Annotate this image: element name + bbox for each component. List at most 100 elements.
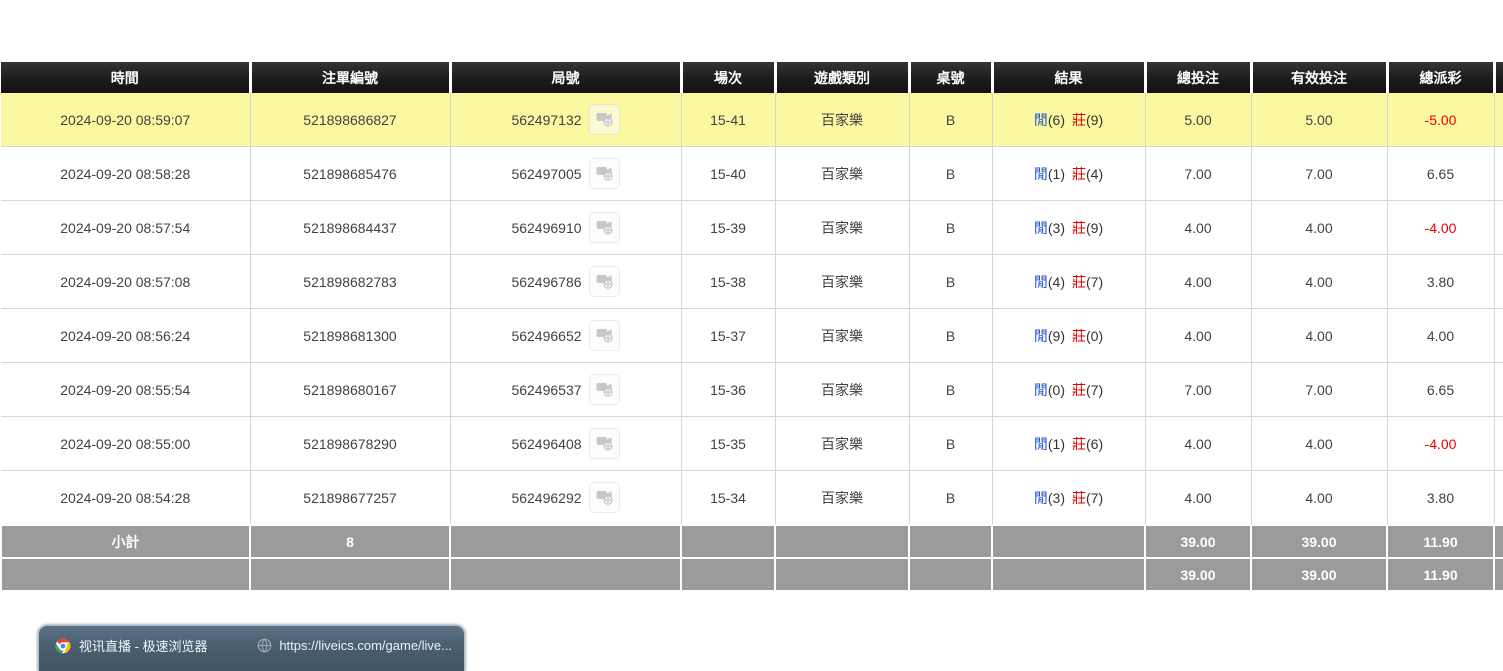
overflow-cell	[1494, 309, 1503, 363]
banker-result-label: 莊	[1072, 274, 1086, 290]
header-game-type: 遊戲類別	[775, 62, 909, 93]
video-replay-button[interactable]	[589, 104, 620, 135]
grand-total-row: 39.00 39.00 11.90	[1, 558, 1503, 591]
video-replay-icon	[595, 325, 614, 347]
payout-cell: 3.80	[1387, 255, 1494, 309]
time-cell: 2024-09-20 08:55:54	[1, 363, 250, 417]
player-result-label: 閒	[1034, 112, 1048, 128]
video-replay-button[interactable]	[589, 428, 620, 459]
table-no-cell: B	[909, 147, 992, 201]
session-cell: 15-39	[681, 201, 775, 255]
header-payout: 總派彩	[1387, 62, 1494, 93]
bet-id-cell: 521898680167	[250, 363, 450, 417]
round-id: 562497005	[511, 166, 581, 182]
banker-result-label: 莊	[1072, 112, 1086, 128]
table-row: 2024-09-20 08:57:08 521898682783 5624967…	[1, 255, 1503, 309]
valid-bet-cell: 4.00	[1251, 417, 1387, 471]
session-cell: 15-37	[681, 309, 775, 363]
time-cell: 2024-09-20 08:58:28	[1, 147, 250, 201]
table-row: 2024-09-20 08:55:00 521898678290 5624964…	[1, 417, 1503, 471]
banker-score: (4)	[1086, 166, 1103, 182]
player-score: (3)	[1048, 220, 1065, 236]
banker-result-label: 莊	[1072, 166, 1086, 182]
video-replay-button[interactable]	[589, 266, 620, 297]
video-replay-button[interactable]	[589, 374, 620, 405]
header-total-bet: 總投注	[1145, 62, 1251, 93]
payout-cell: 4.00	[1387, 309, 1494, 363]
session-cell: 15-41	[681, 93, 775, 147]
player-score: (1)	[1048, 436, 1065, 452]
banker-result-label: 莊	[1072, 490, 1086, 506]
banker-result-label: 莊	[1072, 328, 1086, 344]
table-no-cell: B	[909, 201, 992, 255]
table-no-cell: B	[909, 255, 992, 309]
subtotal-label: 小計	[1, 525, 250, 558]
video-replay-icon	[595, 217, 614, 239]
session-cell: 15-34	[681, 471, 775, 526]
total-bet-link[interactable]: 5.00	[1145, 93, 1251, 147]
total-bet-link[interactable]: 4.00	[1145, 471, 1251, 526]
video-replay-icon	[595, 163, 614, 185]
subtotal-valid-bet: 39.00	[1251, 525, 1387, 558]
grand-total-valid-bet: 39.00	[1251, 558, 1387, 591]
header-valid-bet: 有效投注	[1251, 62, 1387, 93]
game-type-cell: 百家樂	[775, 471, 909, 526]
player-score: (9)	[1048, 328, 1065, 344]
player-score: (4)	[1048, 274, 1065, 290]
table-no-cell: B	[909, 417, 992, 471]
bet-id-cell: 521898685476	[250, 147, 450, 201]
total-bet-link[interactable]: 7.00	[1145, 147, 1251, 201]
valid-bet-cell: 4.00	[1251, 201, 1387, 255]
time-cell: 2024-09-20 08:59:07	[1, 93, 250, 147]
valid-bet-cell: 5.00	[1251, 93, 1387, 147]
bet-id-cell: 521898678290	[250, 417, 450, 471]
banker-score: (7)	[1086, 490, 1103, 506]
round-cell: 562496910	[450, 201, 681, 255]
game-type-cell: 百家樂	[775, 93, 909, 147]
subtotal-payout: 11.90	[1387, 525, 1494, 558]
round-id: 562496537	[511, 382, 581, 398]
bet-id-cell: 521898682783	[250, 255, 450, 309]
result-cell: 閒(3)莊(7)	[992, 471, 1145, 526]
table-row: 2024-09-20 08:55:54 521898680167 5624965…	[1, 363, 1503, 417]
video-replay-button[interactable]	[589, 320, 620, 351]
total-bet-link[interactable]: 4.00	[1145, 417, 1251, 471]
bet-id-cell: 521898686827	[250, 93, 450, 147]
video-replay-icon	[595, 487, 614, 509]
video-replay-button[interactable]	[589, 482, 620, 513]
player-score: (0)	[1048, 382, 1065, 398]
banker-result-label: 莊	[1072, 382, 1086, 398]
total-bet-link[interactable]: 4.00	[1145, 309, 1251, 363]
round-cell: 562496652	[450, 309, 681, 363]
table-no-cell: B	[909, 471, 992, 526]
total-bet-link[interactable]: 4.00	[1145, 255, 1251, 309]
session-cell: 15-36	[681, 363, 775, 417]
overflow-cell	[1494, 201, 1503, 255]
table-no-cell: B	[909, 93, 992, 147]
total-bet-link[interactable]: 7.00	[1145, 363, 1251, 417]
header-session: 場次	[681, 62, 775, 93]
round-cell: 562496786	[450, 255, 681, 309]
round-id: 562496910	[511, 220, 581, 236]
result-cell: 閒(9)莊(0)	[992, 309, 1145, 363]
table-row: 2024-09-20 08:56:24 521898681300 5624966…	[1, 309, 1503, 363]
player-score: (6)	[1048, 112, 1065, 128]
time-cell: 2024-09-20 08:55:00	[1, 417, 250, 471]
page-url: https://liveics.com/game/live...	[279, 638, 452, 653]
video-replay-button[interactable]	[589, 212, 620, 243]
banker-score: (0)	[1086, 328, 1103, 344]
total-bet-link[interactable]: 4.00	[1145, 201, 1251, 255]
banker-score: (6)	[1086, 436, 1103, 452]
valid-bet-cell: 7.00	[1251, 147, 1387, 201]
game-type-cell: 百家樂	[775, 201, 909, 255]
header-partial-offscreen	[1494, 62, 1503, 93]
game-type-cell: 百家樂	[775, 417, 909, 471]
video-replay-button[interactable]	[589, 158, 620, 189]
subtotal-total-bet: 39.00	[1145, 525, 1251, 558]
video-replay-icon	[595, 433, 614, 455]
round-id: 562496408	[511, 436, 581, 452]
browser-taskbar-popup[interactable]: 视讯直播 - 极速浏览器 https://liveics.com/game/li…	[38, 625, 465, 671]
session-cell: 15-40	[681, 147, 775, 201]
player-result-label: 閒	[1034, 436, 1048, 452]
bet-id-cell: 521898677257	[250, 471, 450, 526]
